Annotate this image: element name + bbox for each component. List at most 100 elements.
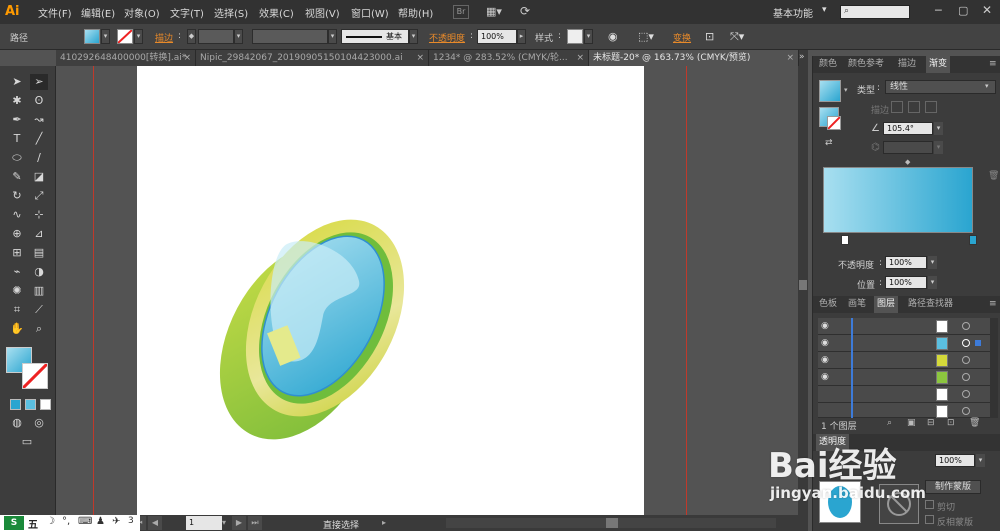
tab-brushes[interactable]: 画笔 [845,296,869,313]
stroke-across-icon[interactable] [925,101,937,113]
invert-mask-checkbox[interactable] [925,515,934,524]
target-circle-icon[interactable] [962,322,970,330]
artboard-dropdown-icon[interactable]: ▾ [222,516,226,530]
tab-document-4[interactable]: 未标题-20* @ 163.73% (CMYK/预览) × [589,50,799,66]
transparency-opacity-dropdown-icon[interactable]: ▾ [976,454,985,467]
tab-stroke[interactable]: 描边 [895,56,919,73]
more-options-icon[interactable]: ⤧▾ [730,30,744,44]
make-mask-button[interactable]: 制作蒙版 [925,480,981,494]
scroll-thumb[interactable] [799,280,807,290]
h-scroll-thumb[interactable] [606,518,618,528]
column-graph-tool-icon[interactable]: ▥ [30,283,48,299]
magic-wand-tool-icon[interactable]: ✱ [8,93,26,109]
pencil-tool-icon[interactable]: ✎ [8,169,26,185]
status-menu-icon[interactable]: ▸ [382,516,386,530]
clip-checkbox[interactable] [925,500,934,509]
last-artboard-icon[interactable]: ⏭ [248,516,262,530]
tab-close-icon[interactable]: × [576,50,584,66]
panel-menu-icon[interactable]: ≡ [989,59,997,69]
stroke-along-icon[interactable] [908,101,920,113]
blend-tool-icon[interactable]: ◑ [30,264,48,280]
stroke-within-icon[interactable] [891,101,903,113]
new-sublayer-icon[interactable]: ⊟ [927,418,935,428]
layer-row[interactable]: ◉ [818,335,996,352]
lens-artwork[interactable] [137,66,644,515]
gradient-mode-button[interactable] [25,399,36,410]
delete-stop-icon[interactable]: 🗑 [988,171,999,181]
menu-help[interactable]: 帮助(H) [398,5,433,20]
arrange-documents-icon[interactable]: ▦▾ [486,5,506,19]
scale-tool-icon[interactable]: ⤢ [30,188,48,204]
moon-icon[interactable]: ☽ [46,516,55,527]
stroke-weight-field[interactable] [198,29,234,44]
visibility-eye-icon[interactable]: ◉ [821,321,829,331]
tab-color-guide[interactable]: 颜色参考 [845,56,887,73]
clipping-mask-icon[interactable]: ▣ [907,418,916,428]
midpoint-diamond-icon[interactable]: ◆ [905,158,910,166]
panel-menu-icon[interactable]: ≡ [989,299,997,309]
warp-tool-icon[interactable]: ∿ [8,207,26,223]
transform-link[interactable]: 变换 [673,31,691,44]
tab-close-icon[interactable]: × [786,50,794,66]
layer-row[interactable] [818,386,996,403]
target-circle-icon[interactable] [962,356,970,364]
curvature-tool-icon[interactable]: ↝ [30,112,48,128]
shape-builder-tool-icon[interactable]: ⊕ [8,226,26,242]
prev-artboard-icon[interactable]: ◀ [148,516,162,530]
tab-gradient[interactable]: 渐变 [926,56,951,73]
tab-document-3[interactable]: 1234* @ 283.52% (CMYK/轮... × [429,50,589,66]
h-scroll-track[interactable] [446,518,776,528]
menu-edit[interactable]: 编辑(E) [81,5,115,20]
stroke-color-swatch[interactable] [21,362,49,390]
angle-field[interactable]: 105.4° [883,122,933,135]
none-mode-button[interactable] [40,399,51,410]
fill-dropdown-icon[interactable]: ▾ [101,29,110,44]
mesh-tool-icon[interactable]: ⊞ [8,245,26,261]
stroke-dropdown-icon[interactable]: ▾ [134,29,143,44]
menu-type[interactable]: 文字(T) [170,5,204,20]
search-input[interactable]: ⌕ [840,5,910,19]
skin-icon[interactable]: ♟ [96,516,105,527]
next-artboard-icon[interactable]: ▶ [232,516,246,530]
tab-swatches[interactable]: 色板 [816,296,840,313]
lasso-tool-icon[interactable]: ʘ [30,93,48,109]
delete-layer-icon[interactable]: 🗑 [969,418,980,428]
gradient-stop-end[interactable] [969,235,977,245]
paintbrush-tool-icon[interactable]: ∕ [30,150,48,166]
tab-close-icon[interactable]: × [183,50,191,66]
artboard-tool-icon[interactable]: ⌗ [8,302,26,318]
tab-document-2[interactable]: Nipic_29842067_20190905150104423000.ai × [196,50,429,66]
menu-select[interactable]: 选择(S) [214,5,248,20]
selection-tool-icon[interactable]: ➤ [8,74,26,90]
layer-row[interactable] [818,403,996,418]
isolate-icon[interactable]: ⊡ [705,30,714,43]
locate-object-icon[interactable]: ⌕ [887,418,892,428]
stroke-weight-stepper[interactable]: ◆ [187,29,196,44]
stop-opacity-field[interactable]: 100% [885,256,927,269]
tab-document-1[interactable]: 410292648400000[转换].ai* × [56,50,196,66]
gradient-stop-start[interactable] [841,235,849,245]
tab-close-icon[interactable]: × [416,50,424,66]
variable-width-dropdown-icon[interactable]: ▾ [328,29,337,44]
settings-icon[interactable]: ✈ [112,516,120,527]
layers-scrollbar[interactable] [990,318,998,418]
recolor-artwork-icon[interactable]: ◉ [608,30,618,43]
artboard-number-field[interactable]: 1 [186,516,222,530]
type-tool-icon[interactable]: T [8,131,26,147]
opacity-field[interactable]: 100% [477,29,517,44]
tab-pathfinder[interactable]: 路径查找器 [905,296,956,313]
zoom-tool-icon[interactable]: ⌕ [30,321,48,337]
pen-tool-icon[interactable]: ✒ [8,112,26,128]
tab-color[interactable]: 颜色 [816,56,840,73]
direct-selection-tool-icon[interactable]: ➢ [30,74,48,90]
menu-effect[interactable]: 效果(C) [259,5,294,20]
slice-tool-icon[interactable]: ⟋ [30,302,48,318]
stroke-link[interactable]: 描边 [155,31,173,44]
draw-inside-icon[interactable]: ◎ [30,415,48,431]
workspace-dropdown-icon[interactable]: ▾ [822,5,827,15]
tab-layers[interactable]: 图层 [874,296,899,313]
gradient-type-select[interactable]: 线性 [885,80,996,94]
rotate-tool-icon[interactable]: ↻ [8,188,26,204]
eyedropper-tool-icon[interactable]: ⌁ [8,264,26,280]
color-mode-button[interactable] [10,399,21,410]
